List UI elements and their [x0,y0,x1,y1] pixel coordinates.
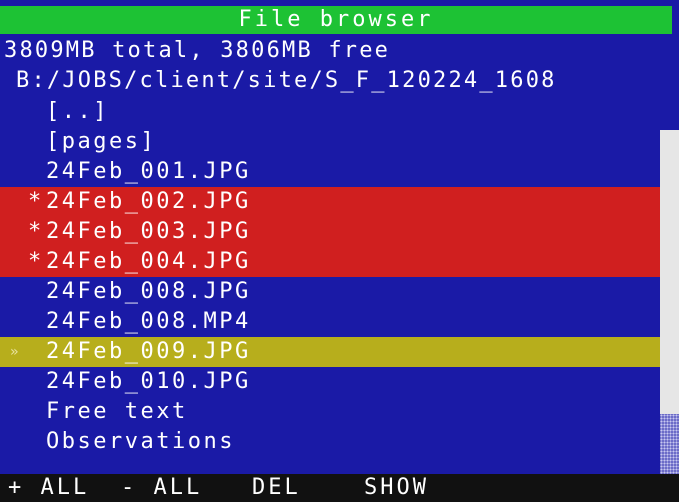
file-row[interactable]: 24Feb_008.MP4 [0,307,660,337]
selection-mark: * [28,249,44,274]
file-row[interactable]: 24Feb_008.JPG [0,277,660,307]
select-all-button[interactable]: + ALL [8,474,89,502]
file-name: 24Feb_002.JPG [46,189,251,214]
scrollbar-thumb[interactable] [660,414,679,474]
file-browser-screen: File browser 3809MB total, 3806MB free B… [0,0,679,502]
file-list: [..] [pages] 24Feb_001.JPG * 24Feb_002.JPG * 2… [0,97,660,457]
file-name: 24Feb_003.JPG [46,219,251,244]
file-name: [..] [46,99,109,124]
file-name: 24Feb_010.JPG [46,369,251,394]
file-row[interactable]: * 24Feb_002.JPG [0,187,660,217]
selection-mark: * [28,219,44,244]
page-title: File browser [0,6,672,34]
file-name: Free text [46,399,188,424]
file-row-selected[interactable]: » 24Feb_009.JPG [0,337,660,367]
delete-button[interactable]: DEL [252,474,301,502]
cursor-indicator-icon: » [10,344,21,360]
file-name: 24Feb_008.JPG [46,279,251,304]
file-name: 24Feb_001.JPG [46,159,251,184]
storage-info: 3809MB total, 3806MB free [4,38,391,63]
selection-mark: * [28,189,44,214]
scrollbar[interactable] [660,130,679,474]
current-path: B:/JOBS/client/site/S_F_120224_1608 [16,68,557,93]
file-row[interactable]: * 24Feb_004.JPG [0,247,660,277]
file-row[interactable]: Free text [0,397,660,427]
file-name: 24Feb_008.MP4 [46,309,251,334]
file-name: 24Feb_004.JPG [46,249,251,274]
file-name: Observations [46,429,235,454]
file-row[interactable]: [pages] [0,127,660,157]
file-row[interactable]: Observations [0,427,660,457]
file-row[interactable]: 24Feb_010.JPG [0,367,660,397]
footer-toolbar: + ALL - ALL DEL SHOW [0,474,679,502]
deselect-all-button[interactable]: - ALL [121,474,202,502]
file-row[interactable]: [..] [0,97,660,127]
file-row[interactable]: * 24Feb_003.JPG [0,217,660,247]
file-name: [pages] [46,129,157,154]
show-button[interactable]: SHOW [364,474,429,502]
file-row[interactable]: 24Feb_001.JPG [0,157,660,187]
file-name: 24Feb_009.JPG [46,339,251,364]
